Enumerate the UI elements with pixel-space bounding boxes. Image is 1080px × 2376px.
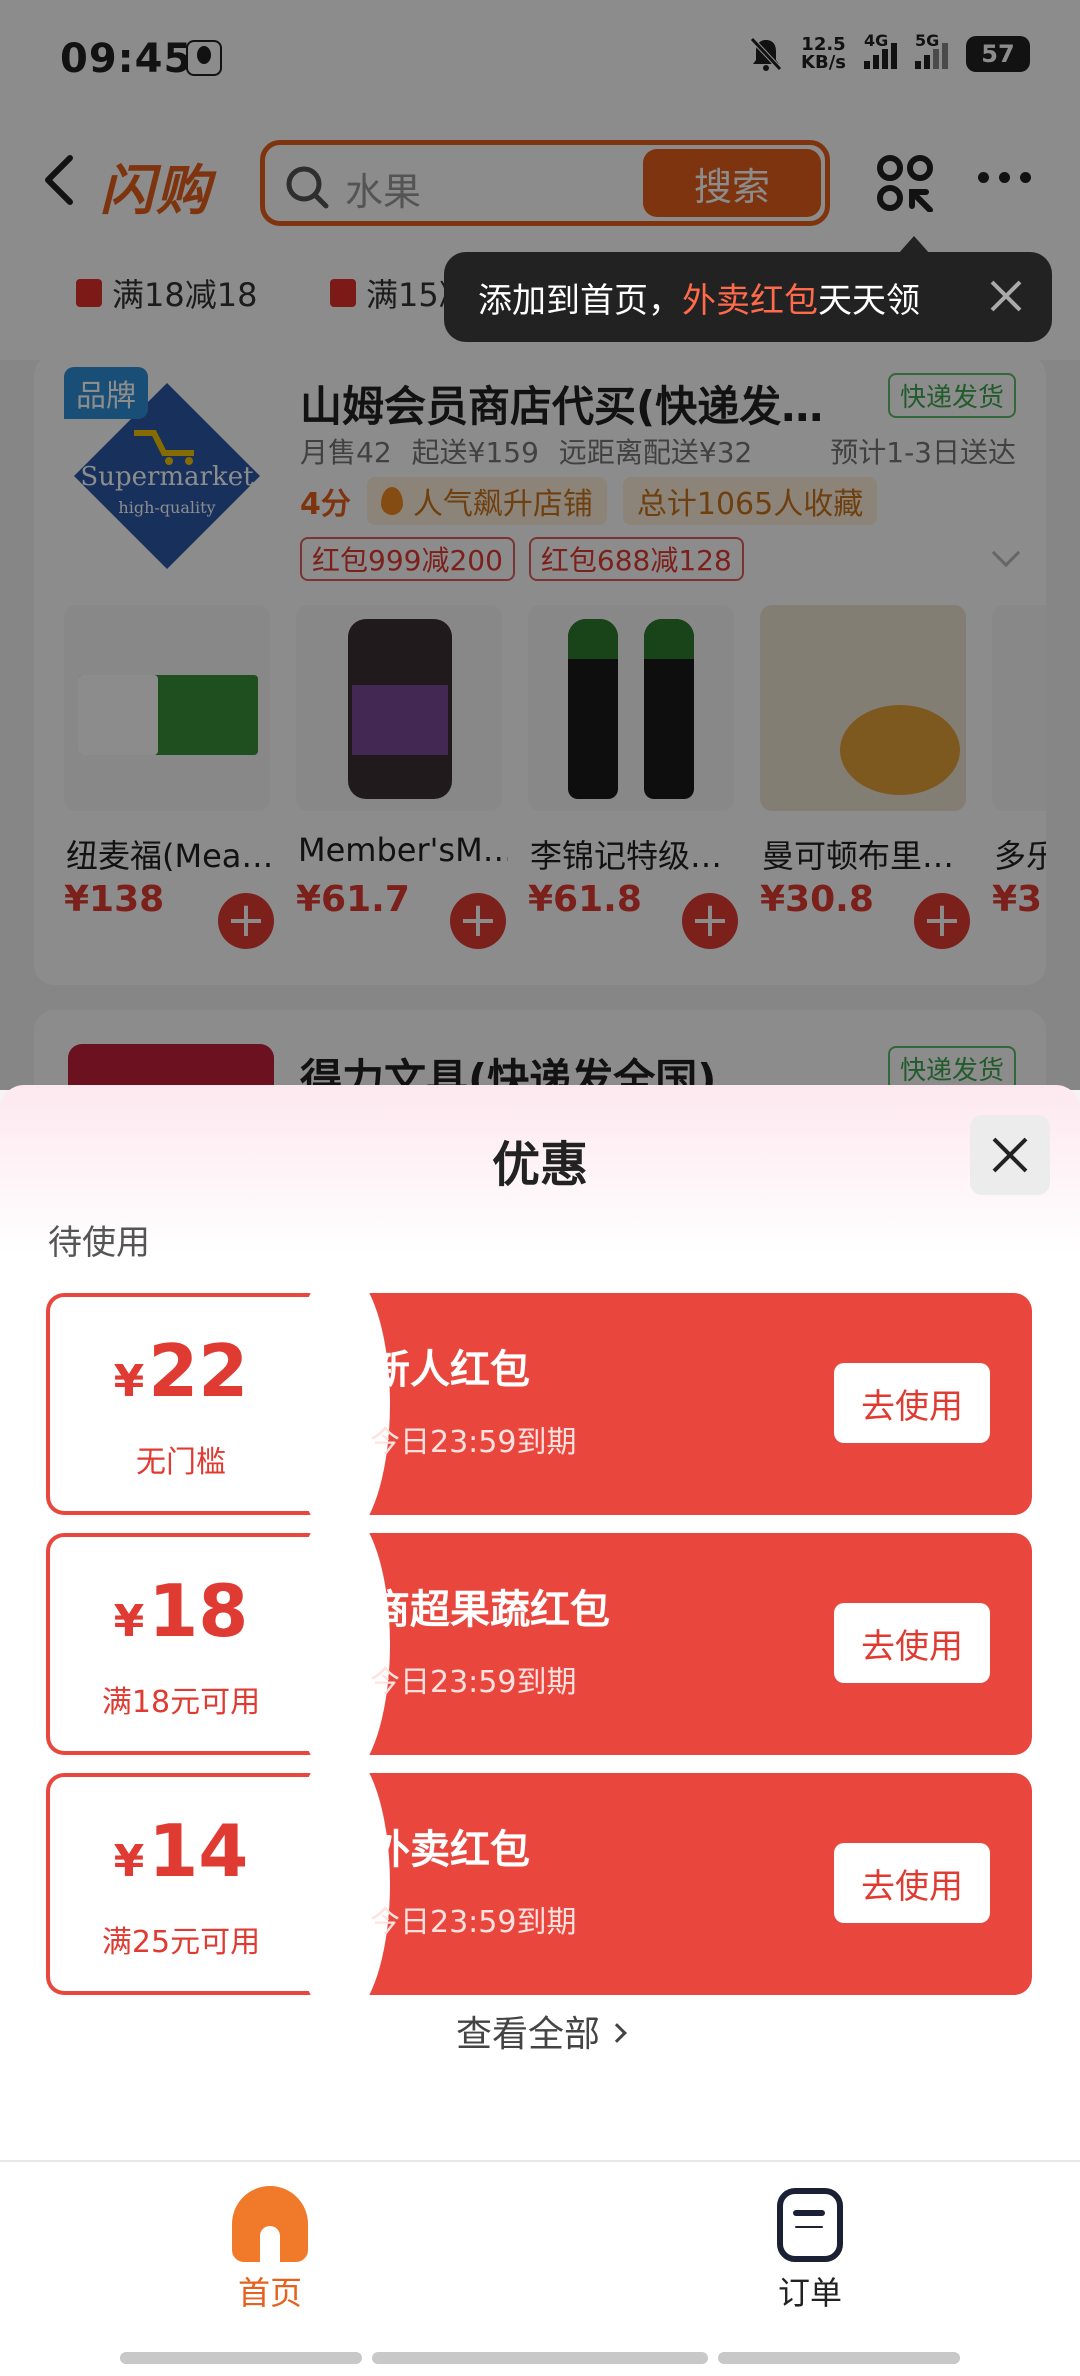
use-coupon-button[interactable]: 去使用 (834, 1603, 990, 1683)
sheet-title: 优惠 (491, 1137, 588, 1193)
chevron-right-icon (607, 2023, 627, 2043)
gesture-bar (120, 2352, 362, 2364)
gesture-bar (718, 2352, 960, 2364)
view-all-link[interactable]: 查看全部 (0, 2005, 1080, 2057)
nav-home-label: 首页 (237, 2274, 302, 2312)
coupon-expiry: 今日23:59到期 (370, 1905, 577, 1940)
gesture-bar (372, 2352, 708, 2364)
order-icon (777, 2188, 843, 2262)
coupon-amount: ¥22 (46, 1329, 316, 1413)
currency-symbol: ¥ (113, 1356, 145, 1407)
section-label: 待使用 (48, 1223, 150, 1263)
coupon-condition: 满18元可用 (101, 1685, 261, 1720)
coupon-card: ¥14 满25元可用 外卖红包 今日23:59到期 去使用 (46, 1773, 1032, 1995)
coupon-amount: ¥14 (46, 1809, 316, 1893)
amount-value: 18 (148, 1569, 249, 1653)
use-coupon-button[interactable]: 去使用 (834, 1363, 990, 1443)
amount-value: 14 (148, 1809, 249, 1893)
tooltip-highlight: 外卖红包 (682, 280, 818, 321)
add-to-home-tooltip[interactable]: 添加到首页， 外卖红包 天天领 (444, 236, 1052, 342)
coupon-condition: 无门槛 (136, 1445, 226, 1480)
coupon-condition: 满25元可用 (101, 1925, 261, 1960)
tooltip-text-end: 天天领 (818, 280, 920, 321)
tooltip-text: 添加到首页， (478, 280, 682, 321)
coupon-expiry: 今日23:59到期 (370, 1425, 577, 1460)
currency-symbol: ¥ (113, 1596, 145, 1647)
close-button[interactable] (970, 1115, 1050, 1195)
close-icon[interactable] (988, 278, 1024, 314)
coupon-name: 商超果蔬红包 (370, 1587, 610, 1633)
nav-home[interactable]: 首页 (170, 2186, 370, 2314)
close-icon (992, 1137, 1028, 1173)
nav-orders-label: 订单 (777, 2274, 842, 2312)
coupon-name: 外卖红包 (370, 1827, 530, 1873)
coupon-sheet: 优惠 待使用 ¥22 无门槛 新人红包 今日23:59到期 去使用 ¥18 满1… (0, 1085, 1080, 2160)
amount-value: 22 (148, 1329, 249, 1413)
bottom-nav: 首页 订单 (0, 2160, 1080, 2376)
coupon-name: 新人红包 (370, 1347, 530, 1393)
currency-symbol: ¥ (113, 1836, 145, 1887)
coupon-expiry: 今日23:59到期 (370, 1665, 577, 1700)
coupon-card: ¥22 无门槛 新人红包 今日23:59到期 去使用 (46, 1293, 1032, 1515)
coupon-amount: ¥18 (46, 1569, 316, 1653)
home-icon (232, 2186, 308, 2262)
modal-backdrop[interactable] (0, 0, 1080, 1090)
nav-orders[interactable]: 订单 (710, 2186, 910, 2314)
view-all-label: 查看全部 (455, 2014, 600, 2055)
use-coupon-button[interactable]: 去使用 (834, 1843, 990, 1923)
coupon-card: ¥18 满18元可用 商超果蔬红包 今日23:59到期 去使用 (46, 1533, 1032, 1755)
